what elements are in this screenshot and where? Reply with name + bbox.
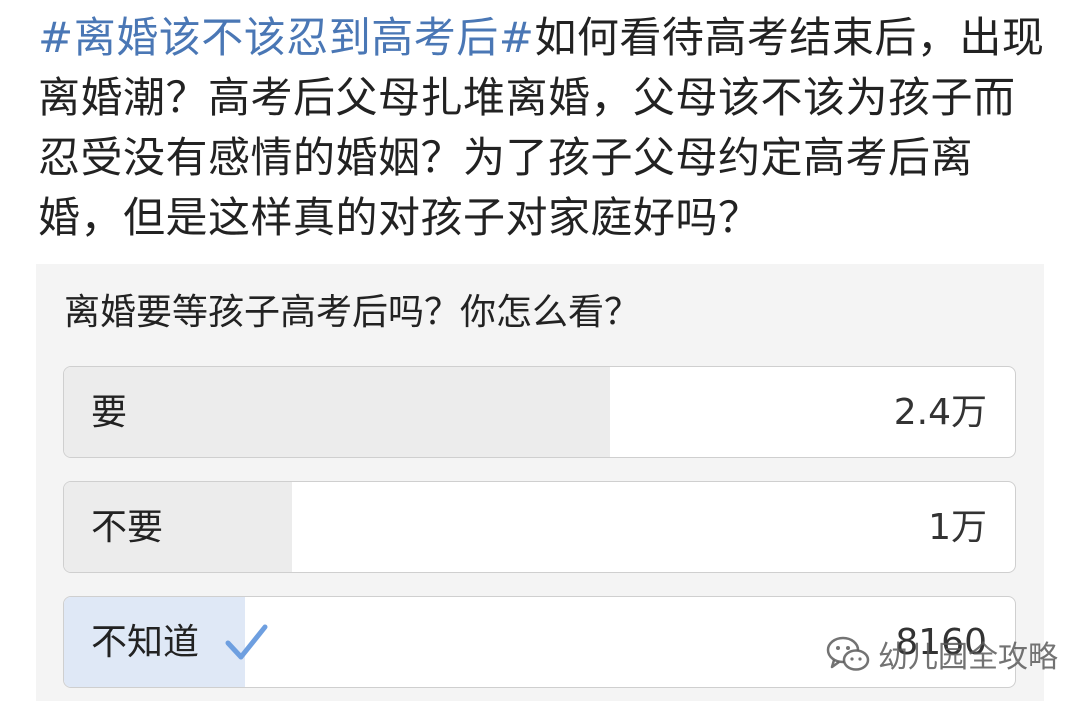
checkmark-icon — [225, 624, 268, 660]
vote-option-label: 要 — [91, 392, 128, 433]
watermark-text: 幼儿园全攻略 — [878, 640, 1058, 675]
vote-option-label: 不知道 — [91, 622, 200, 663]
vote-option-yes[interactable]: 要 2.4万 — [63, 366, 1016, 458]
wechat-icon — [826, 636, 870, 671]
hashtag-link[interactable]: #离婚该不该忍到高考后# — [38, 13, 534, 62]
vote-option-count: 2.4万 — [893, 392, 987, 433]
vote-bar-fill — [64, 367, 611, 457]
vote-option-no[interactable]: 不要 1万 — [63, 481, 1016, 573]
vote-question: 离婚要等孩子高考后吗？你怎么看？ — [64, 292, 641, 333]
post-text: #离婚该不该忍到高考后#如何看待高考结束后，出现离婚潮？高考后父母扎堆离婚，父母… — [38, 8, 1048, 248]
vote-option-count: 1万 — [928, 507, 987, 548]
vote-option-label: 不要 — [91, 507, 164, 548]
watermark: 幼儿园全攻略 — [826, 632, 1058, 676]
